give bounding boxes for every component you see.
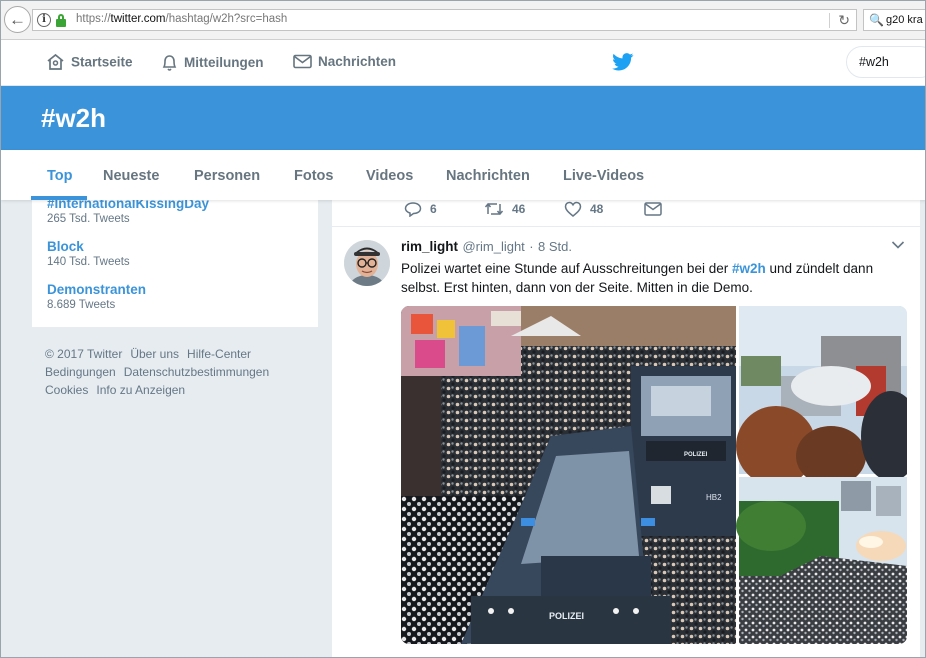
home-icon [47,53,64,70]
search-input[interactable]: #w2h [846,46,925,78]
hashtag-header: #w2h [1,86,925,150]
retweet-button[interactable]: 46 [484,201,525,217]
retweet-icon [484,202,504,216]
nav-notifications[interactable]: Mitteilungen [161,53,264,73]
trend-name[interactable]: Block [47,239,84,254]
bell-icon [162,55,177,71]
search-tabs: Top Neueste Personen Fotos Videos Nachri… [1,150,925,200]
tweet-text: Polizei wartet eine Stunde auf Ausschrei… [401,261,874,295]
address-bar[interactable]: i https://twitter.com/hashtag/w2h?src=ha… [32,9,857,31]
tab-people[interactable]: Personen [194,168,260,184]
active-tab-indicator [31,196,87,200]
tab-videos[interactable]: Videos [366,168,413,184]
footer-link[interactable]: Über uns [130,347,179,361]
trends-module: #InternationalKissingDay 265 Tsd. Tweets… [31,191,319,328]
vehicle-label-text: POLIZEI [684,452,708,458]
tweet-author-handle[interactable]: @rim_light [462,239,524,254]
envelope-icon [293,54,312,69]
back-button[interactable]: ← [4,6,31,33]
footer-link[interactable]: Datenschutzbestimmungen [124,365,269,379]
footer-link[interactable]: Hilfe-Center [187,347,251,361]
search-icon: 🔍 [869,13,884,27]
tweet-header: rim_light @rim_light · 8 Std. [401,238,572,256]
browser-toolbar: ← i https://twitter.com/hashtag/w2h?src=… [1,1,925,40]
tab-photos[interactable]: Fotos [294,168,333,184]
footer-link[interactable]: Cookies [45,383,88,397]
tweet-photos[interactable]: HB2 POLIZEI POLIZEI [401,306,907,644]
reply-button[interactable]: 6 [404,201,437,218]
browser-search-box[interactable]: 🔍 g20 kra [863,9,925,31]
info-icon[interactable]: i [37,13,51,27]
browser-window: ← i https://twitter.com/hashtag/w2h?src=… [0,0,926,658]
separator-dot: · [529,239,534,254]
lock-icon [56,14,66,27]
tweet-timestamp[interactable]: 8 Std. [538,239,572,254]
top-navigation: Startseite Mitteilungen Nachrichten [1,40,925,86]
trend-count: 265 Tsd. Tweets [47,213,130,225]
tab-top[interactable]: Top [47,168,73,184]
trend-count: 8.689 Tweets [47,299,116,311]
chevron-down-icon[interactable] [891,240,905,250]
page-title: #w2h [41,103,107,133]
photo-bottom-right[interactable] [736,477,907,644]
nav-messages[interactable]: Nachrichten [293,53,396,73]
footer-link[interactable]: Info zu Anzeigen [96,383,185,397]
nav-home[interactable]: Startseite [46,53,133,73]
trend-name[interactable]: Demonstranten [47,282,146,297]
divider [829,13,830,28]
trend-count: 140 Tsd. Tweets [47,256,130,268]
photo-main[interactable]: HB2 POLIZEI POLIZEI [401,306,736,644]
tab-latest[interactable]: Neueste [103,168,159,184]
heart-icon [564,201,582,217]
reload-icon[interactable]: ↻ [838,12,850,29]
hashtag-link[interactable]: #w2h [732,261,766,276]
reply-icon [404,202,422,218]
vehicle-label-text: POLIZEI [549,611,584,621]
tab-live-videos[interactable]: Live-Videos [563,168,644,184]
browser-search-text[interactable]: g20 kra [886,14,923,26]
envelope-icon [644,202,662,216]
footer-link[interactable]: Bedingungen [45,365,116,379]
tweet-author-name[interactable]: rim_light [401,239,458,254]
twitter-bird-icon[interactable] [612,53,634,71]
tweet-photo-grid: HB2 POLIZEI POLIZEI [401,306,907,644]
url-text[interactable]: https://twitter.com/hashtag/w2h?src=hash [76,13,287,25]
avatar[interactable] [344,240,390,286]
site-footer: © 2017 Twitter Über uns Hilfe-Center Bedin… [45,345,315,399]
tab-news[interactable]: Nachrichten [446,168,530,184]
footer-copyright: © 2017 Twitter [45,347,123,361]
vehicle-plate-text: HB2 [706,493,722,502]
photo-top-right[interactable] [736,306,907,486]
like-button[interactable]: 48 [564,201,603,217]
direct-message-button[interactable] [644,201,670,216]
